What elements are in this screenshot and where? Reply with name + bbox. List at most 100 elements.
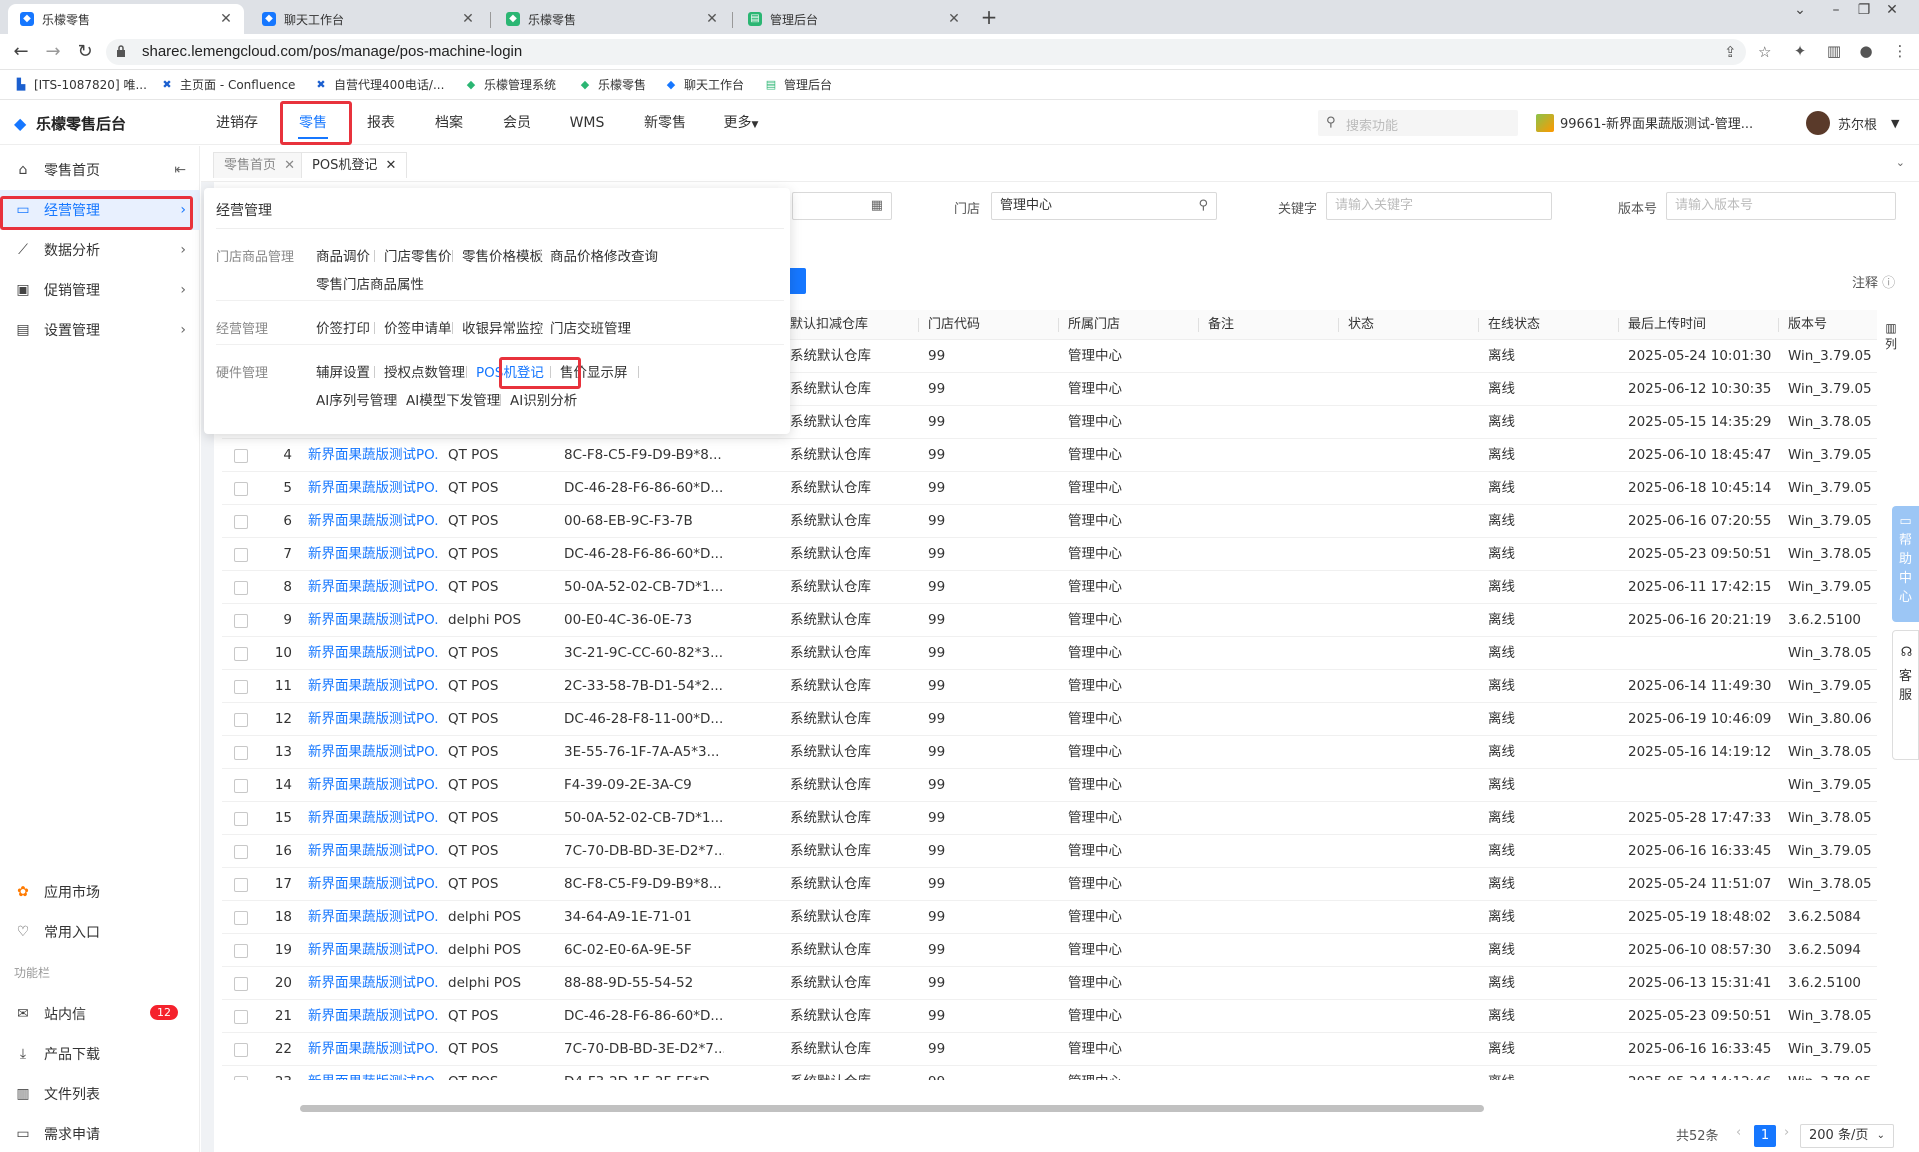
url-field[interactable]: sharec.lemengcloud.com/pos/manage/pos-ma… bbox=[106, 39, 1771, 65]
row-checkbox[interactable] bbox=[234, 812, 248, 826]
cell-pos-name[interactable]: 新界面果蔬版测试PO... bbox=[308, 571, 438, 604]
table-row[interactable]: 22 新界面果蔬版测试PO... QT POS 7C-70-DB-BD-3E-D2*7… bbox=[222, 1033, 1877, 1066]
menu-item-label-request[interactable]: 价签申请单 bbox=[384, 317, 452, 337]
row-checkbox[interactable] bbox=[234, 482, 248, 496]
row-checkbox[interactable] bbox=[234, 845, 248, 859]
cell-pos-name[interactable]: 新界面果蔬版测试PO... bbox=[308, 505, 438, 538]
table-row[interactable]: 11 新界面果蔬版测试PO... QT POS 2C-33-58-7B-D1-54*2… bbox=[222, 670, 1877, 703]
menu-item-price-template[interactable]: 零售价格模板 bbox=[462, 245, 543, 265]
sidebar-item-data-analysis[interactable]: ⟋ 数据分析 › bbox=[0, 230, 200, 270]
cell-pos-name[interactable]: 新界面果蔬版测试PO... bbox=[308, 439, 438, 472]
row-checkbox[interactable] bbox=[234, 515, 248, 529]
cell-pos-name[interactable]: 新界面果蔬版测试PO... bbox=[308, 1000, 438, 1033]
table-row[interactable]: 13 新界面果蔬版测试PO... QT POS 3E-55-76-1F-7A-A5*3… bbox=[222, 736, 1877, 769]
page-size-select[interactable]: 200 条/页 ⌄ bbox=[1800, 1124, 1894, 1148]
table-row[interactable]: 17 新界面果蔬版测试PO... QT POS 8C-F8-C5-F9-D9-B9*8… bbox=[222, 868, 1877, 901]
table-row[interactable]: 21 新界面果蔬版测试PO... QT POS DC-46-28-F6-86-60*D… bbox=[222, 1000, 1877, 1033]
row-checkbox[interactable] bbox=[234, 746, 248, 760]
row-checkbox[interactable] bbox=[234, 1010, 248, 1024]
tabs-dropdown-icon[interactable]: ⌄ bbox=[1896, 156, 1905, 169]
sidebar-item-settings[interactable]: ▤ 设置管理 › bbox=[0, 310, 200, 350]
store-filter-input[interactable]: 管理中心 ⚲ bbox=[991, 192, 1217, 220]
menu-item-cashier-monitor[interactable]: 收银异常监控 bbox=[462, 317, 543, 337]
horizontal-scrollbar[interactable] bbox=[300, 1105, 1484, 1112]
cell-pos-name[interactable]: 新界面果蔬版测试PO... bbox=[308, 868, 438, 901]
sidebar-item-file-list[interactable]: ▥ 文件列表 bbox=[0, 1074, 200, 1114]
bookmark-its[interactable]: ▙ [ITS-1087820] 唯... bbox=[14, 76, 147, 93]
bookmark-lemeng-mgmt[interactable]: ◆ 乐檬管理系统 bbox=[464, 76, 556, 93]
page-1-button[interactable]: 1 bbox=[1754, 1125, 1776, 1147]
row-checkbox[interactable] bbox=[234, 911, 248, 925]
forward-icon[interactable]: → bbox=[42, 41, 64, 63]
nav-inventory[interactable]: 进销存 bbox=[204, 101, 270, 145]
table-row[interactable]: 9 新界面果蔬版测试PO... delphi POS 00-E0-4C-36-0E-7… bbox=[222, 604, 1877, 637]
restore-icon[interactable]: ❐ bbox=[1850, 2, 1878, 18]
row-checkbox[interactable] bbox=[234, 944, 248, 958]
cell-pos-name[interactable]: 新界面果蔬版测试PO... bbox=[308, 835, 438, 868]
menu-item-price-change-query[interactable]: 商品价格修改查询 bbox=[550, 245, 658, 265]
prev-page-icon[interactable]: ‹ bbox=[1736, 1125, 1741, 1140]
cell-pos-name[interactable]: 新界面果蔬版测试PO... bbox=[308, 901, 438, 934]
table-row[interactable]: 7 新界面果蔬版测试PO... QT POS DC-46-28-F6-86-60*D.… bbox=[222, 538, 1877, 571]
cell-pos-name[interactable]: 新界面果蔬版测试PO... bbox=[308, 934, 438, 967]
row-checkbox[interactable] bbox=[234, 680, 248, 694]
table-row[interactable]: 4 新界面果蔬版测试PO... QT POS 8C-F8-C5-F9-D9-B9*8.… bbox=[222, 439, 1877, 472]
user-menu[interactable]: 苏尔根 ▼ bbox=[1806, 111, 1899, 135]
cell-pos-name[interactable]: 新界面果蔬版测试PO... bbox=[308, 604, 438, 637]
cell-pos-name[interactable]: 新界面果蔬版测试PO... bbox=[308, 1033, 438, 1066]
cell-pos-name[interactable]: 新界面果蔬版测试PO... bbox=[308, 736, 438, 769]
menu-item-shift-handover[interactable]: 门店交班管理 bbox=[550, 317, 631, 337]
nav-wms[interactable]: WMS bbox=[552, 101, 622, 145]
close-tab-icon[interactable]: ✕ bbox=[946, 11, 962, 27]
close-icon[interactable]: ✕ bbox=[284, 158, 295, 173]
browser-tab-1[interactable]: ◆ 乐檬零售 ✕ bbox=[8, 4, 244, 34]
next-page-icon[interactable]: › bbox=[1784, 1125, 1789, 1140]
table-row[interactable]: 19 新界面果蔬版测试PO... delphi POS 6C-02-E0-6A-9E-… bbox=[222, 934, 1877, 967]
page-tab-retail-home[interactable]: 零售首页 ✕ bbox=[213, 152, 307, 178]
row-checkbox[interactable] bbox=[234, 977, 248, 991]
sidebar-item-favorites[interactable]: ♡ 常用入口 bbox=[0, 912, 200, 952]
menu-item-store-goods-attr[interactable]: 零售门店商品属性 bbox=[316, 273, 424, 293]
back-icon[interactable]: ← bbox=[10, 41, 32, 63]
cell-pos-name[interactable]: 新界面果蔬版测试PO... bbox=[308, 637, 438, 670]
nav-new-retail[interactable]: 新零售 bbox=[628, 101, 702, 145]
browser-tab-4[interactable]: ▤ 管理后台 ✕ bbox=[736, 4, 972, 34]
table-row[interactable]: 15 新界面果蔬版测试PO... QT POS 50-0A-52-02-CB-7D*1… bbox=[222, 802, 1877, 835]
row-checkbox[interactable] bbox=[234, 779, 248, 793]
table-row[interactable]: 20 新界面果蔬版测试PO... delphi POS 88-88-9D-55-54-… bbox=[222, 967, 1877, 1000]
tab-search-icon[interactable]: ⌄ bbox=[1786, 2, 1814, 18]
help-center-float[interactable]: ▭ 帮 助 中 心 bbox=[1892, 506, 1919, 622]
close-window-icon[interactable]: ✕ bbox=[1878, 2, 1906, 18]
profile-icon[interactable]: ● bbox=[1856, 42, 1876, 60]
row-checkbox[interactable] bbox=[234, 1043, 248, 1057]
bookmark-star-icon[interactable]: ☆ bbox=[1758, 43, 1771, 61]
version-input[interactable]: 请输入版本号 bbox=[1666, 192, 1896, 220]
nav-member[interactable]: 会员 bbox=[484, 101, 550, 145]
bookmark-lemeng-retail[interactable]: ◆ 乐檬零售 bbox=[578, 76, 646, 93]
close-tab-icon[interactable]: ✕ bbox=[460, 11, 476, 27]
cell-pos-name[interactable]: 新界面果蔬版测试PO... bbox=[308, 1066, 438, 1080]
bookmark-chat[interactable]: ◆ 聊天工作台 bbox=[664, 76, 744, 93]
sidepanel-icon[interactable]: ▥ bbox=[1824, 42, 1844, 60]
row-checkbox[interactable] bbox=[234, 581, 248, 595]
row-checkbox[interactable] bbox=[234, 878, 248, 892]
table-row[interactable]: 18 新界面果蔬版测试PO... delphi POS 34-64-A9-1E-71-… bbox=[222, 901, 1877, 934]
date-range-input[interactable]: ▦ bbox=[792, 192, 892, 220]
cell-pos-name[interactable]: 新界面果蔬版测试PO... bbox=[308, 703, 438, 736]
sidebar-item-promotion[interactable]: ▣ 促销管理 › bbox=[0, 270, 200, 310]
bookmark-confluence[interactable]: ✖ 主页面 - Confluence bbox=[160, 76, 295, 93]
close-tab-icon[interactable]: ✕ bbox=[704, 11, 720, 27]
table-row[interactable]: 23 新界面果蔬版测试PO... QT POS D4-F3-2D-1E-2F-EF*D… bbox=[222, 1066, 1877, 1080]
menu-kebab-icon[interactable]: ⋮ bbox=[1890, 42, 1910, 60]
menu-item-ai-serial[interactable]: AI序列号管理 bbox=[316, 389, 397, 409]
table-row[interactable]: 16 新界面果蔬版测试PO... QT POS 7C-70-DB-BD-3E-D2*7… bbox=[222, 835, 1877, 868]
cell-pos-name[interactable]: 新界面果蔬版测试PO... bbox=[308, 538, 438, 571]
app-logo[interactable]: ◆ 乐檬零售后台 bbox=[14, 113, 126, 134]
menu-item-ai-recognition[interactable]: AI识别分析 bbox=[510, 389, 577, 409]
cell-pos-name[interactable]: 新界面果蔬版测试PO... bbox=[308, 802, 438, 835]
minimize-icon[interactable]: – bbox=[1822, 2, 1850, 18]
function-search-input[interactable]: ⚲ 搜索功能 bbox=[1318, 110, 1518, 136]
column-settings-button[interactable]: ▥ 列 bbox=[1878, 320, 1904, 352]
new-tab-button[interactable]: + bbox=[976, 4, 1002, 30]
sidebar-item-requests[interactable]: ▭ 需求申请 bbox=[0, 1114, 200, 1152]
